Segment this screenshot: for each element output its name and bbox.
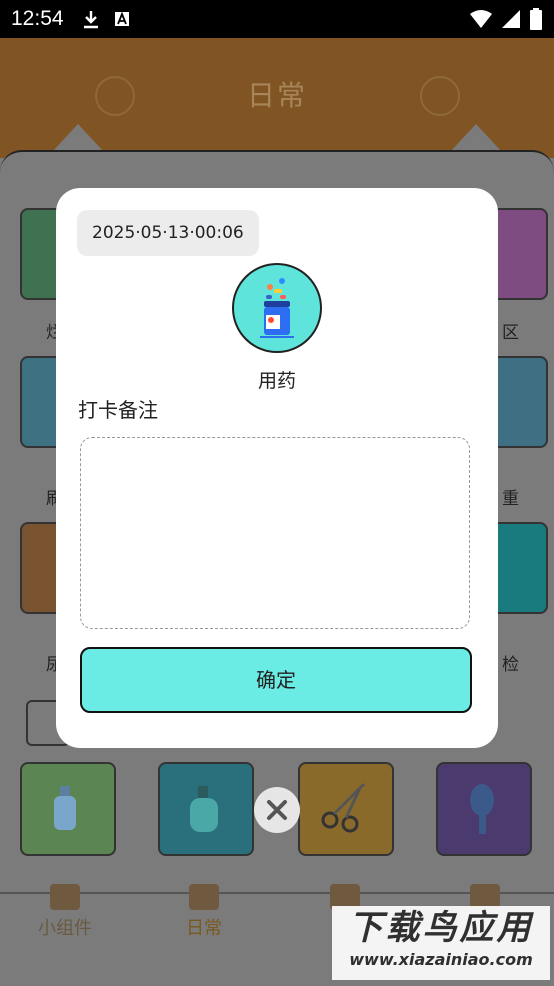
- medicine-bottle-icon: [260, 278, 294, 338]
- calendar-icon: [189, 884, 219, 910]
- checkin-dialog: 2025·05·13·00:06 用药 打卡备注 确定: [56, 188, 498, 748]
- battery-icon: [530, 8, 542, 30]
- medicine-avatar: [232, 263, 322, 353]
- status-icons-left: [82, 9, 130, 29]
- note-label: 打卡备注: [78, 398, 158, 422]
- watermark-url: www.xiazainiao.com: [349, 950, 533, 969]
- body-wash-card[interactable]: [158, 762, 254, 856]
- card-label: 区: [502, 323, 519, 343]
- card-label: 检: [502, 655, 519, 675]
- status-bar: 12:54: [0, 0, 554, 38]
- status-icons-right: [470, 8, 542, 30]
- tab-widgets[interactable]: 小组件: [38, 884, 92, 940]
- watermark: 下载鸟应用 www.xiazainiao.com: [332, 906, 550, 980]
- panel-ear-left: [52, 124, 104, 152]
- close-icon: [267, 800, 287, 820]
- page-title: 日常: [246, 79, 307, 112]
- hand-sanitizer-card[interactable]: [20, 762, 116, 856]
- scissors-icon: [321, 782, 366, 833]
- hand-sanitizer-icon: [54, 786, 76, 830]
- comb-icon: [470, 784, 494, 834]
- tab-label: 日常: [186, 918, 222, 939]
- a-badge-icon: [114, 11, 129, 26]
- card-label: 重: [502, 489, 519, 509]
- scissors-card[interactable]: [298, 762, 394, 856]
- wifi-icon: [470, 10, 492, 28]
- date-chip[interactable]: 2025·05·13·00:06: [77, 210, 259, 256]
- widget-icon: [50, 884, 80, 910]
- watermark-title: 下载鸟应用: [348, 908, 534, 948]
- comb-card[interactable]: [436, 762, 532, 856]
- decoration-icon: [420, 76, 460, 116]
- note-textarea[interactable]: [80, 437, 470, 629]
- tab-daily[interactable]: 日常: [186, 884, 222, 940]
- signal-icon: [502, 10, 520, 28]
- download-icon: [83, 11, 98, 29]
- tab-label: 小组件: [38, 918, 92, 939]
- decoration-icon: [95, 76, 135, 116]
- item-label: 用药: [257, 370, 296, 392]
- status-time: 12:54: [11, 7, 64, 30]
- confirm-button[interactable]: 确定: [80, 647, 472, 713]
- panel-ear-right: [450, 124, 502, 152]
- body-wash-icon: [190, 786, 218, 832]
- close-button[interactable]: [254, 787, 300, 833]
